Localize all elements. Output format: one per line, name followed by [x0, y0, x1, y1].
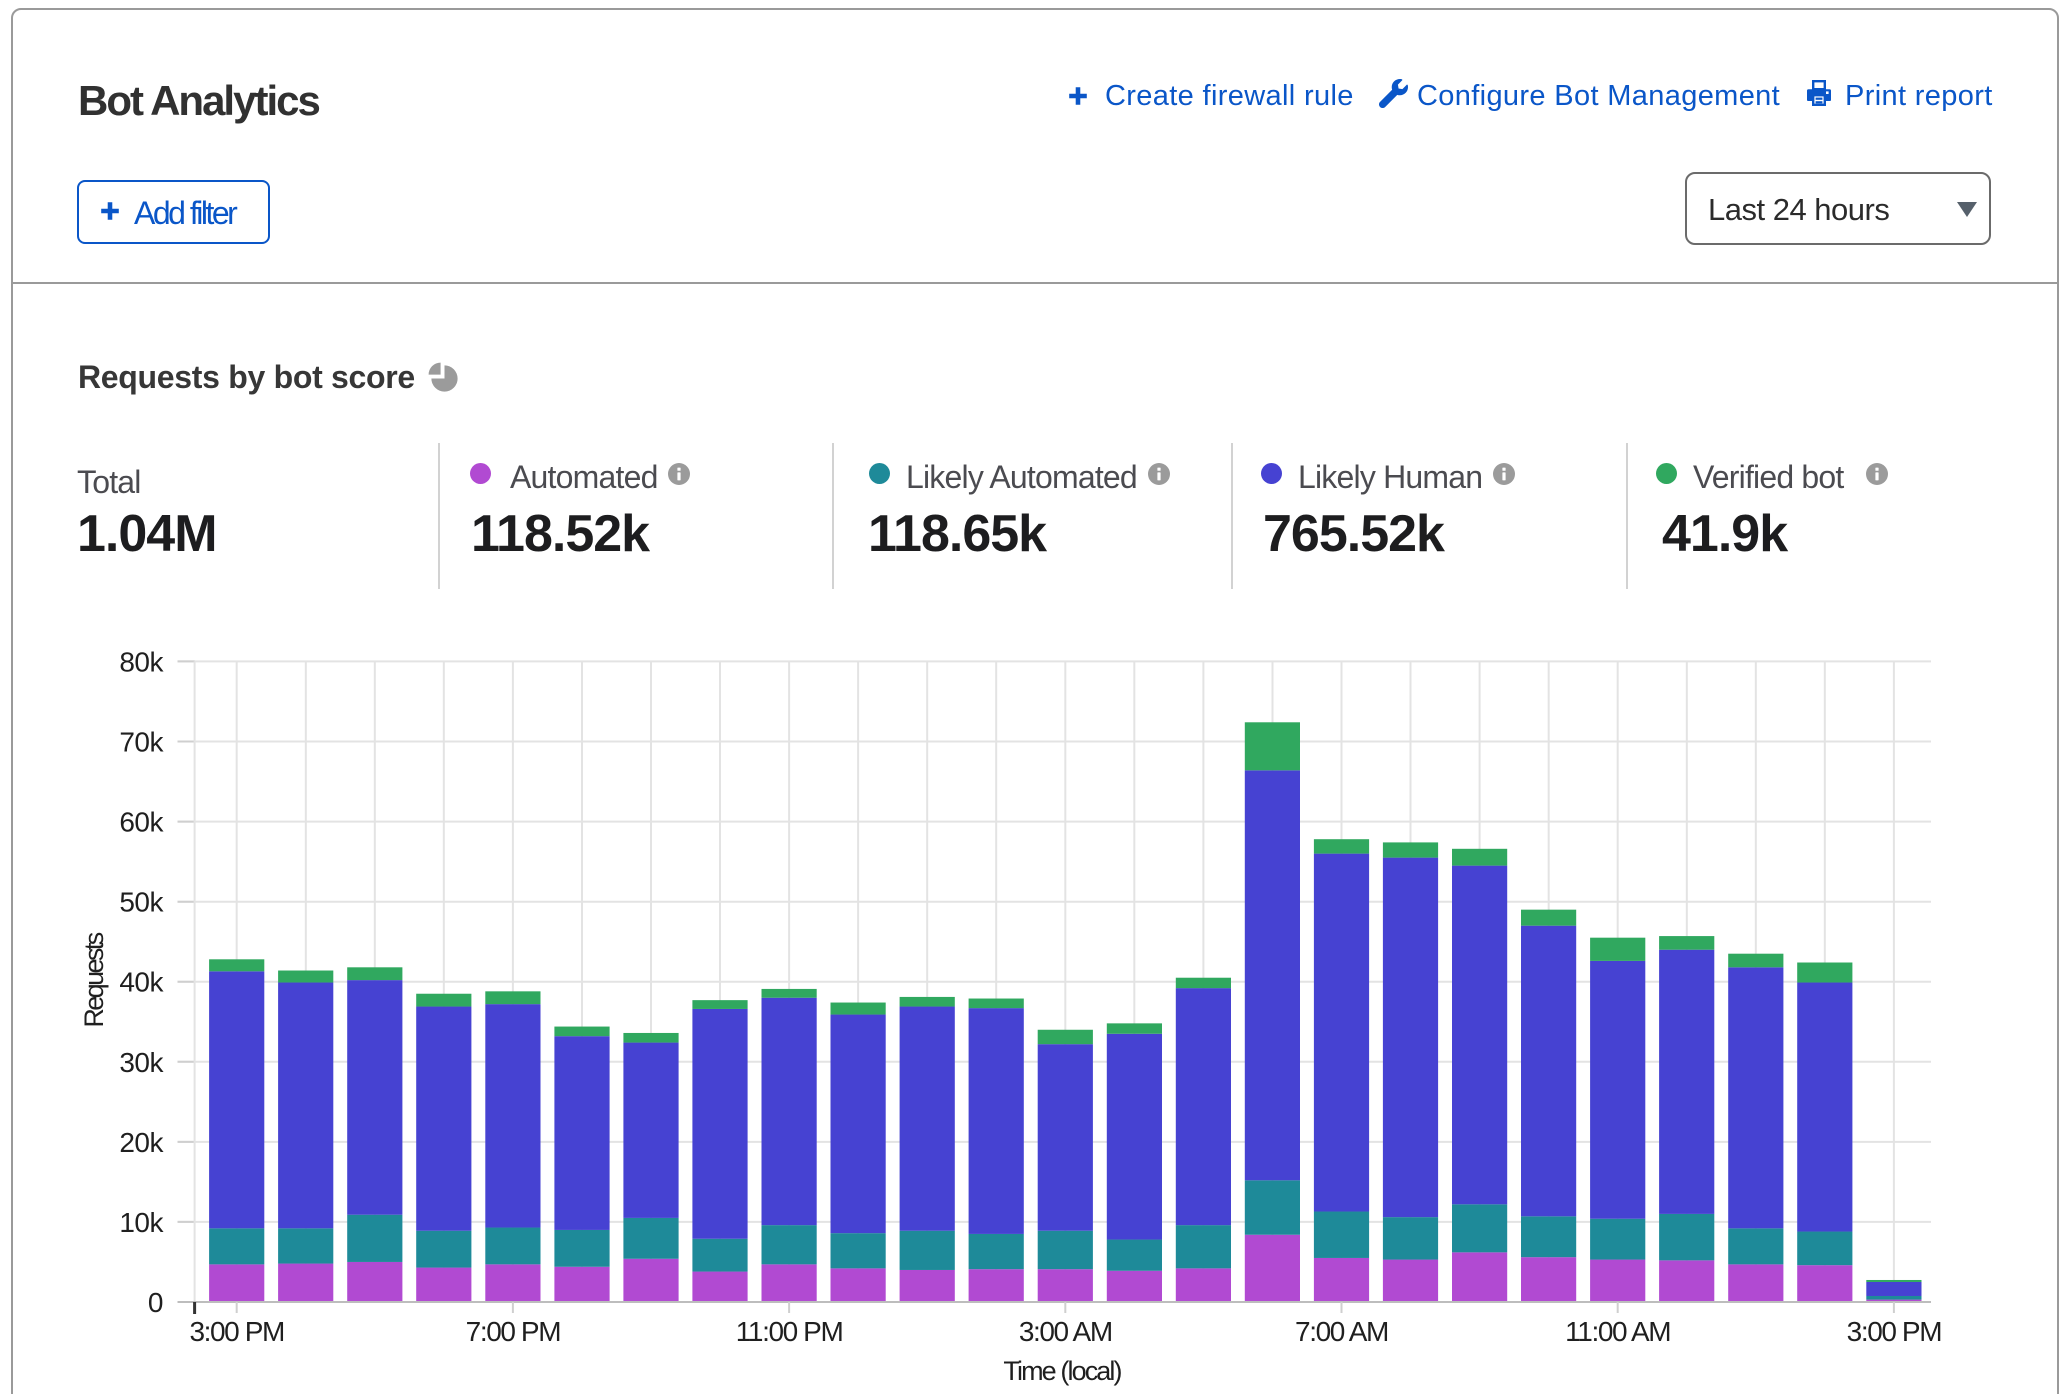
svg-text:7:00 PM: 7:00 PM [466, 1316, 561, 1347]
svg-text:11:00 PM: 11:00 PM [736, 1316, 843, 1347]
svg-text:10k: 10k [119, 1207, 164, 1238]
svg-text:80k: 80k [119, 646, 164, 677]
svg-text:60k: 60k [119, 807, 164, 838]
svg-text:20k: 20k [119, 1127, 164, 1158]
svg-text:3:00 PM: 3:00 PM [189, 1316, 284, 1347]
svg-text:3:00 PM: 3:00 PM [1847, 1316, 1942, 1347]
svg-text:50k: 50k [119, 887, 164, 918]
svg-text:40k: 40k [119, 967, 164, 998]
svg-text:70k: 70k [119, 727, 164, 758]
svg-text:30k: 30k [119, 1047, 164, 1078]
svg-text:7:00 AM: 7:00 AM [1295, 1316, 1388, 1347]
svg-text:3:00 AM: 3:00 AM [1019, 1316, 1112, 1347]
svg-text:Time (local): Time (local) [1003, 1356, 1121, 1386]
svg-text:Requests: Requests [79, 932, 109, 1027]
svg-text:0: 0 [148, 1287, 163, 1318]
svg-text:11:00 AM: 11:00 AM [1565, 1316, 1670, 1347]
